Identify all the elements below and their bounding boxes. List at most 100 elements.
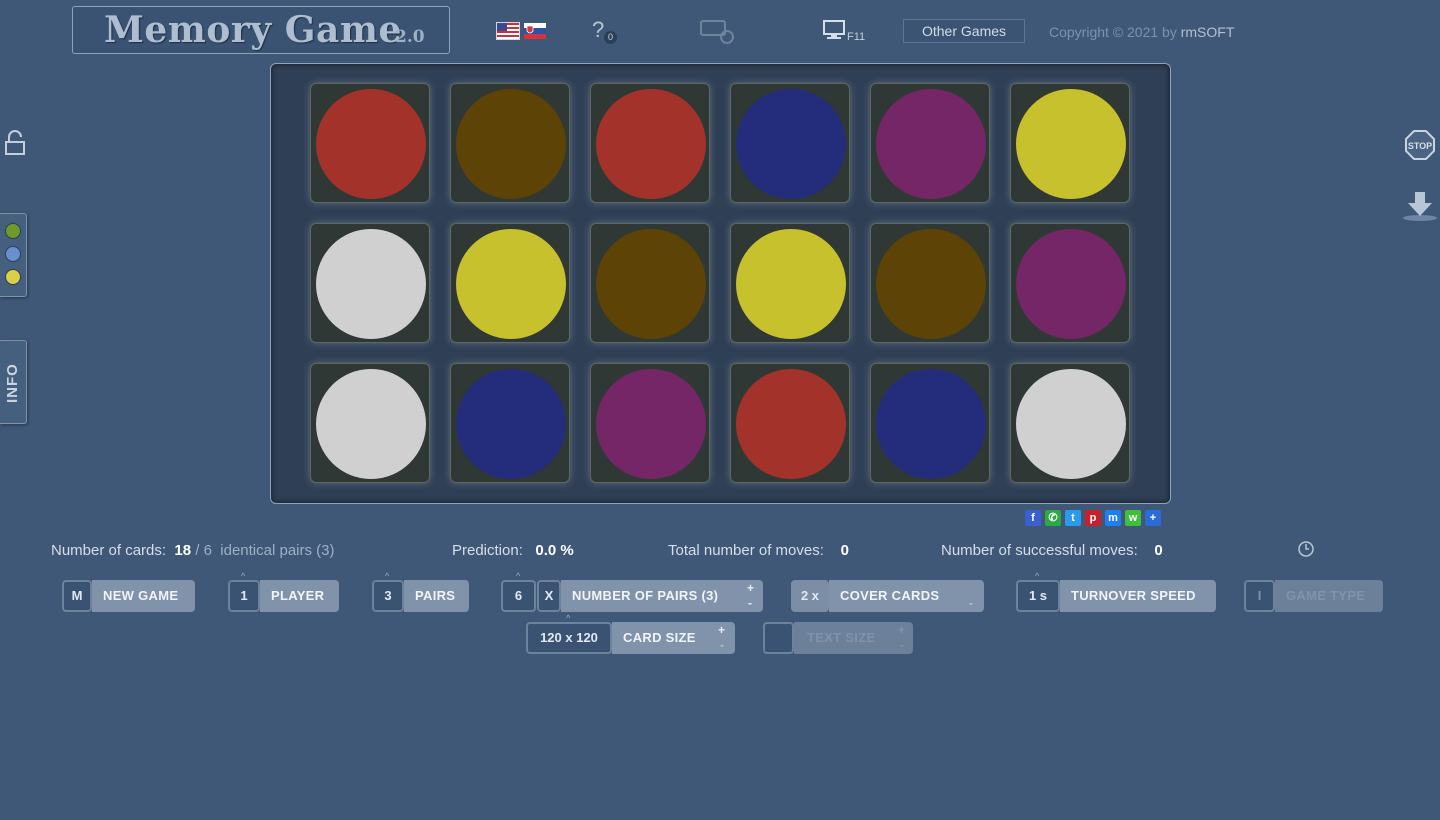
card-size-button[interactable]: CARD SIZE (612, 622, 735, 654)
memory-card[interactable] (450, 363, 570, 483)
card-color-disc (736, 89, 846, 199)
prediction-value: 0.0 % (535, 542, 574, 559)
successful-moves-value: 0 (1154, 542, 1163, 559)
copyright-text: Copyright © 2021 by rmSOFT (1049, 24, 1234, 40)
player-button[interactable]: PLAYER (260, 580, 339, 612)
successful-moves-stat: Number of successful moves: 0 (941, 542, 1163, 559)
copyright-brand[interactable]: rmSOFT (1181, 24, 1235, 40)
memory-card[interactable] (310, 363, 430, 483)
fullscreen-icon[interactable] (823, 20, 845, 47)
memory-card[interactable] (1010, 83, 1130, 203)
game-type-button[interactable]: GAME TYPE (1275, 580, 1383, 612)
game-type-shortcut-key[interactable]: I (1244, 580, 1275, 612)
total-moves-value: 0 (840, 542, 849, 559)
player-value[interactable]: 1 (228, 580, 260, 612)
theme-color-green[interactable] (5, 223, 21, 239)
card-size-decrease[interactable]: - (720, 639, 724, 651)
pinterest-icon[interactable]: p (1085, 510, 1101, 526)
pairs-value[interactable]: 3 (372, 580, 404, 612)
copyright-prefix: Copyright © 2021 by (1049, 24, 1177, 40)
card-color-disc (1016, 89, 1126, 199)
card-count-value: 18 (174, 542, 192, 559)
theme-color-blue[interactable] (5, 246, 21, 262)
prediction-stat: Prediction: 0.0 % (452, 542, 574, 559)
card-color-disc (316, 369, 426, 479)
memory-card[interactable] (730, 363, 850, 483)
number-of-pairs-increase[interactable]: + (747, 582, 754, 594)
svg-text:STOP: STOP (1408, 141, 1432, 151)
card-color-disc (596, 369, 706, 479)
card-color-disc (456, 369, 566, 479)
turnover-speed-button[interactable]: TURNOVER SPEED (1060, 580, 1216, 612)
card-color-disc (1016, 369, 1126, 479)
cover-cards-decrease[interactable]: - (969, 597, 973, 609)
text-size-decrease[interactable]: - (900, 639, 904, 651)
english-flag-icon[interactable] (496, 22, 520, 40)
card-color-disc (596, 89, 706, 199)
number-of-pairs-decrease[interactable]: - (748, 597, 752, 609)
memory-card[interactable] (310, 83, 430, 203)
card-color-disc (316, 89, 426, 199)
wechat-icon[interactable]: w (1125, 510, 1141, 526)
memory-card[interactable] (1010, 363, 1130, 483)
new-game-button[interactable]: NEW GAME (92, 580, 195, 612)
total-moves-stat: Total number of moves: 0 (668, 542, 849, 559)
fullscreen-key-label: F11 (847, 31, 866, 43)
text-size-value[interactable] (763, 622, 794, 654)
number-of-pairs-value[interactable]: 6 (501, 580, 536, 612)
memory-card[interactable] (590, 363, 710, 483)
memory-card[interactable] (590, 83, 710, 203)
card-count-stat: Number of cards: 18 / 6 identical pairs … (51, 542, 335, 559)
keyboard-icon[interactable] (700, 17, 736, 50)
card-color-disc (316, 229, 426, 339)
total-moves-label: Total number of moves: (668, 542, 824, 559)
new-game-shortcut-key[interactable]: M (62, 580, 92, 612)
prediction-label: Prediction: (452, 542, 523, 559)
facebook-icon[interactable]: f (1025, 510, 1041, 526)
card-color-disc (876, 229, 986, 339)
download-icon[interactable] (1401, 190, 1439, 227)
card-color-disc (456, 89, 566, 199)
memory-card[interactable] (310, 223, 430, 343)
cover-cards-button[interactable]: COVER CARDS (829, 580, 984, 612)
timer-icon[interactable] (1298, 541, 1314, 562)
memory-card[interactable] (870, 363, 990, 483)
memory-card[interactable] (590, 223, 710, 343)
card-color-disc (736, 229, 846, 339)
twitter-icon[interactable]: t (1065, 510, 1081, 526)
card-size-increase[interactable]: + (718, 624, 725, 636)
lock-icon[interactable] (4, 130, 26, 161)
card-color-disc (736, 369, 846, 479)
stop-icon[interactable]: STOP (1405, 130, 1435, 165)
number-of-pairs-button[interactable]: NUMBER OF PAIRS (3) (561, 580, 763, 612)
card-color-disc (1016, 229, 1126, 339)
info-tab[interactable]: INFO (0, 340, 27, 424)
text-size-increase[interactable]: + (898, 624, 905, 636)
cover-cards-value[interactable]: 2 x (791, 580, 829, 612)
card-count-separator: / (191, 542, 204, 559)
card-count-label: Number of cards: (51, 542, 167, 559)
memory-card[interactable] (730, 83, 850, 203)
memory-card[interactable] (870, 223, 990, 343)
number-of-pairs-shortcut-key[interactable]: X (537, 580, 561, 612)
other-games-button[interactable]: Other Games (903, 19, 1025, 43)
card-color-disc (876, 369, 986, 479)
share-more-icon[interactable]: + (1145, 510, 1161, 526)
memory-card[interactable] (450, 83, 570, 203)
help-count-badge: 0 (604, 31, 617, 44)
game-logo: Memory Game 2.0 (72, 6, 450, 54)
messenger-icon[interactable]: m (1105, 510, 1121, 526)
help-icon[interactable]: ? (592, 17, 604, 43)
slovak-flag-icon[interactable] (523, 22, 547, 40)
card-size-value[interactable]: 120 x 120 (526, 622, 612, 654)
whatsapp-icon[interactable]: ✆ (1045, 510, 1061, 526)
text-size-button[interactable]: TEXT SIZE (794, 622, 913, 654)
pairs-button[interactable]: PAIRS (404, 580, 469, 612)
memory-card[interactable] (730, 223, 850, 343)
card-color-disc (456, 229, 566, 339)
turnover-speed-value[interactable]: 1 s (1016, 580, 1060, 612)
memory-card[interactable] (1010, 223, 1130, 343)
memory-card[interactable] (870, 83, 990, 203)
theme-color-yellow[interactable] (5, 269, 21, 285)
memory-card[interactable] (450, 223, 570, 343)
